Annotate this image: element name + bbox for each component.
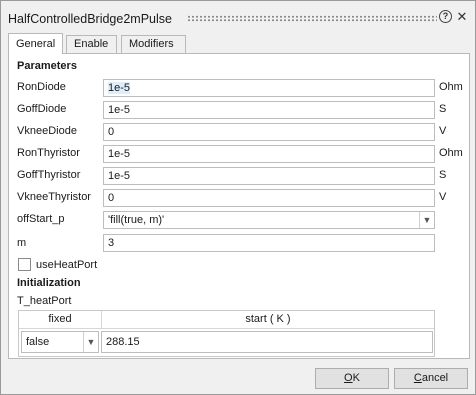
param-unit: V [439, 191, 447, 203]
param-field-vkneediode[interactable]: 0 [103, 123, 435, 141]
tab-modifiers[interactable]: Modifiers [121, 35, 186, 54]
param-value: 1e-5 [108, 82, 131, 94]
ok-button[interactable]: OK [315, 368, 389, 389]
param-label: m [17, 237, 27, 249]
param-label: VkneeThyristor [17, 191, 91, 203]
param-unit: S [439, 169, 447, 181]
initialization-heading: Initialization [17, 277, 81, 289]
tab-bar: General Enable Modifiers [8, 33, 473, 54]
drag-grip[interactable] [187, 15, 437, 22]
param-label: RonDiode [17, 81, 66, 93]
fixed-select[interactable]: false ▼ [21, 331, 99, 353]
param-unit: V [439, 125, 447, 137]
param-label: offStart_p [17, 213, 65, 225]
tab-general[interactable]: General [8, 33, 63, 54]
param-label: GoffThyristor [17, 169, 81, 181]
param-field-ronthyristor[interactable]: 1e-5 [103, 145, 435, 163]
param-unit: Ohm [439, 147, 463, 159]
use-heat-port-label: useHeatPort [36, 259, 98, 271]
param-field-offstart[interactable]: 'fill(true, m)' ▼ [103, 211, 435, 229]
param-field-rondiode[interactable]: 1e-5 [103, 79, 435, 97]
param-label: VkneeDiode [17, 125, 77, 137]
cancel-button[interactable]: Cancel [394, 368, 468, 389]
fixed-value: false [26, 336, 50, 348]
general-tab-panel: Parameters RonDiode 1e-5 Ohm GoffDiode 1… [8, 53, 470, 359]
cancel-label: ancel [421, 372, 449, 384]
parameters-heading: Parameters [17, 60, 77, 72]
param-field-goffdiode[interactable]: 1e-5 [103, 101, 435, 119]
close-icon[interactable]: ✕ [455, 9, 469, 24]
use-heat-port-checkbox[interactable] [18, 258, 31, 271]
param-unit: S [439, 103, 447, 115]
param-value: 'fill(true, m)' [108, 214, 165, 226]
init-table: fixed start ( K ) false ▼ 288.15 [18, 310, 435, 357]
param-field-m[interactable]: 3 [103, 234, 435, 252]
chevron-down-icon[interactable]: ▼ [83, 332, 98, 352]
parameter-dialog: HalfControlledBridge2mPulse ? ✕ General … [0, 0, 476, 395]
chevron-down-icon[interactable]: ▼ [419, 212, 434, 228]
ok-label: K [352, 372, 360, 384]
tab-enable[interactable]: Enable [66, 35, 117, 54]
param-label: RonThyristor [17, 147, 80, 159]
column-header-fixed: fixed [19, 311, 101, 329]
window-title: HalfControlledBridge2mPulse [8, 12, 172, 26]
param-field-vkneethyristor[interactable]: 0 [103, 189, 435, 207]
column-header-start: start ( K ) [101, 311, 434, 329]
ok-mnemonic: O [344, 372, 353, 384]
param-unit: Ohm [439, 81, 463, 93]
param-field-goffthyristor[interactable]: 1e-5 [103, 167, 435, 185]
param-label: GoffDiode [17, 103, 67, 115]
cancel-mnemonic: C [413, 372, 422, 384]
title-bar[interactable]: HalfControlledBridge2mPulse ? ✕ [1, 1, 475, 33]
help-icon[interactable]: ? [439, 10, 452, 23]
start-value-field[interactable]: 288.15 [101, 331, 433, 353]
variable-label: T_heatPort [17, 295, 72, 307]
